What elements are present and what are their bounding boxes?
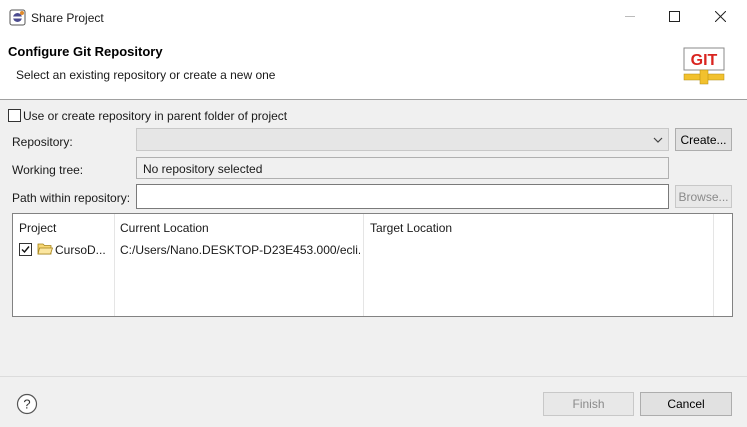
row-current-location: C:/Users/Nano.DESKTOP-D23E453.000/ecli..… — [120, 243, 360, 257]
wizard-banner: Configure Git Repository Select an exist… — [0, 36, 747, 100]
create-repository-button[interactable]: Create... — [675, 128, 732, 151]
use-parent-checkbox[interactable] — [8, 109, 21, 122]
column-divider — [713, 214, 714, 316]
cancel-button[interactable]: Cancel — [640, 392, 732, 416]
column-header-project[interactable]: Project — [13, 214, 115, 236]
banner-title: Configure Git Repository — [8, 44, 163, 59]
help-button[interactable]: ? — [16, 393, 38, 415]
help-icon: ? — [16, 393, 38, 418]
dialog-footer: ? Finish Cancel — [0, 376, 747, 427]
column-divider — [114, 214, 115, 316]
minimize-button[interactable] — [607, 0, 653, 36]
maximize-icon — [668, 11, 680, 25]
projects-table[interactable]: Project Current Location Target Location… — [12, 213, 733, 317]
column-header-target-location[interactable]: Target Location — [364, 214, 714, 236]
working-tree-label: Working tree: — [12, 163, 84, 177]
path-within-repository-input[interactable] — [136, 184, 669, 209]
eclipse-app-icon — [9, 9, 26, 26]
path-within-repository-label: Path within repository: — [12, 191, 131, 205]
working-tree-field: No repository selected — [136, 157, 669, 179]
git-logo-text: GIT — [691, 52, 718, 69]
svg-text:?: ? — [23, 397, 30, 412]
column-divider — [363, 214, 364, 316]
close-icon — [714, 10, 726, 25]
repository-label: Repository: — [12, 135, 73, 149]
minimize-icon — [624, 11, 636, 25]
column-header-current-location[interactable]: Current Location — [114, 214, 364, 236]
finish-button[interactable]: Finish — [543, 392, 634, 416]
browse-button[interactable]: Browse... — [675, 185, 732, 208]
title-bar: Share Project — [0, 0, 747, 36]
main-content: Use or create repository in parent folde… — [0, 100, 747, 376]
git-logo-icon: GIT — [682, 46, 726, 86]
row-checkbox[interactable] — [19, 243, 32, 256]
project-folder-icon — [37, 242, 54, 259]
use-parent-label: Use or create repository in parent folde… — [23, 109, 288, 123]
chevron-down-icon — [652, 134, 664, 148]
row-project-name: CursoD... — [55, 243, 106, 257]
close-button[interactable] — [697, 0, 743, 36]
repository-combo[interactable] — [136, 128, 669, 151]
window-title: Share Project — [31, 11, 104, 25]
banner-description: Select an existing repository or create … — [16, 68, 276, 82]
maximize-button[interactable] — [651, 0, 697, 36]
